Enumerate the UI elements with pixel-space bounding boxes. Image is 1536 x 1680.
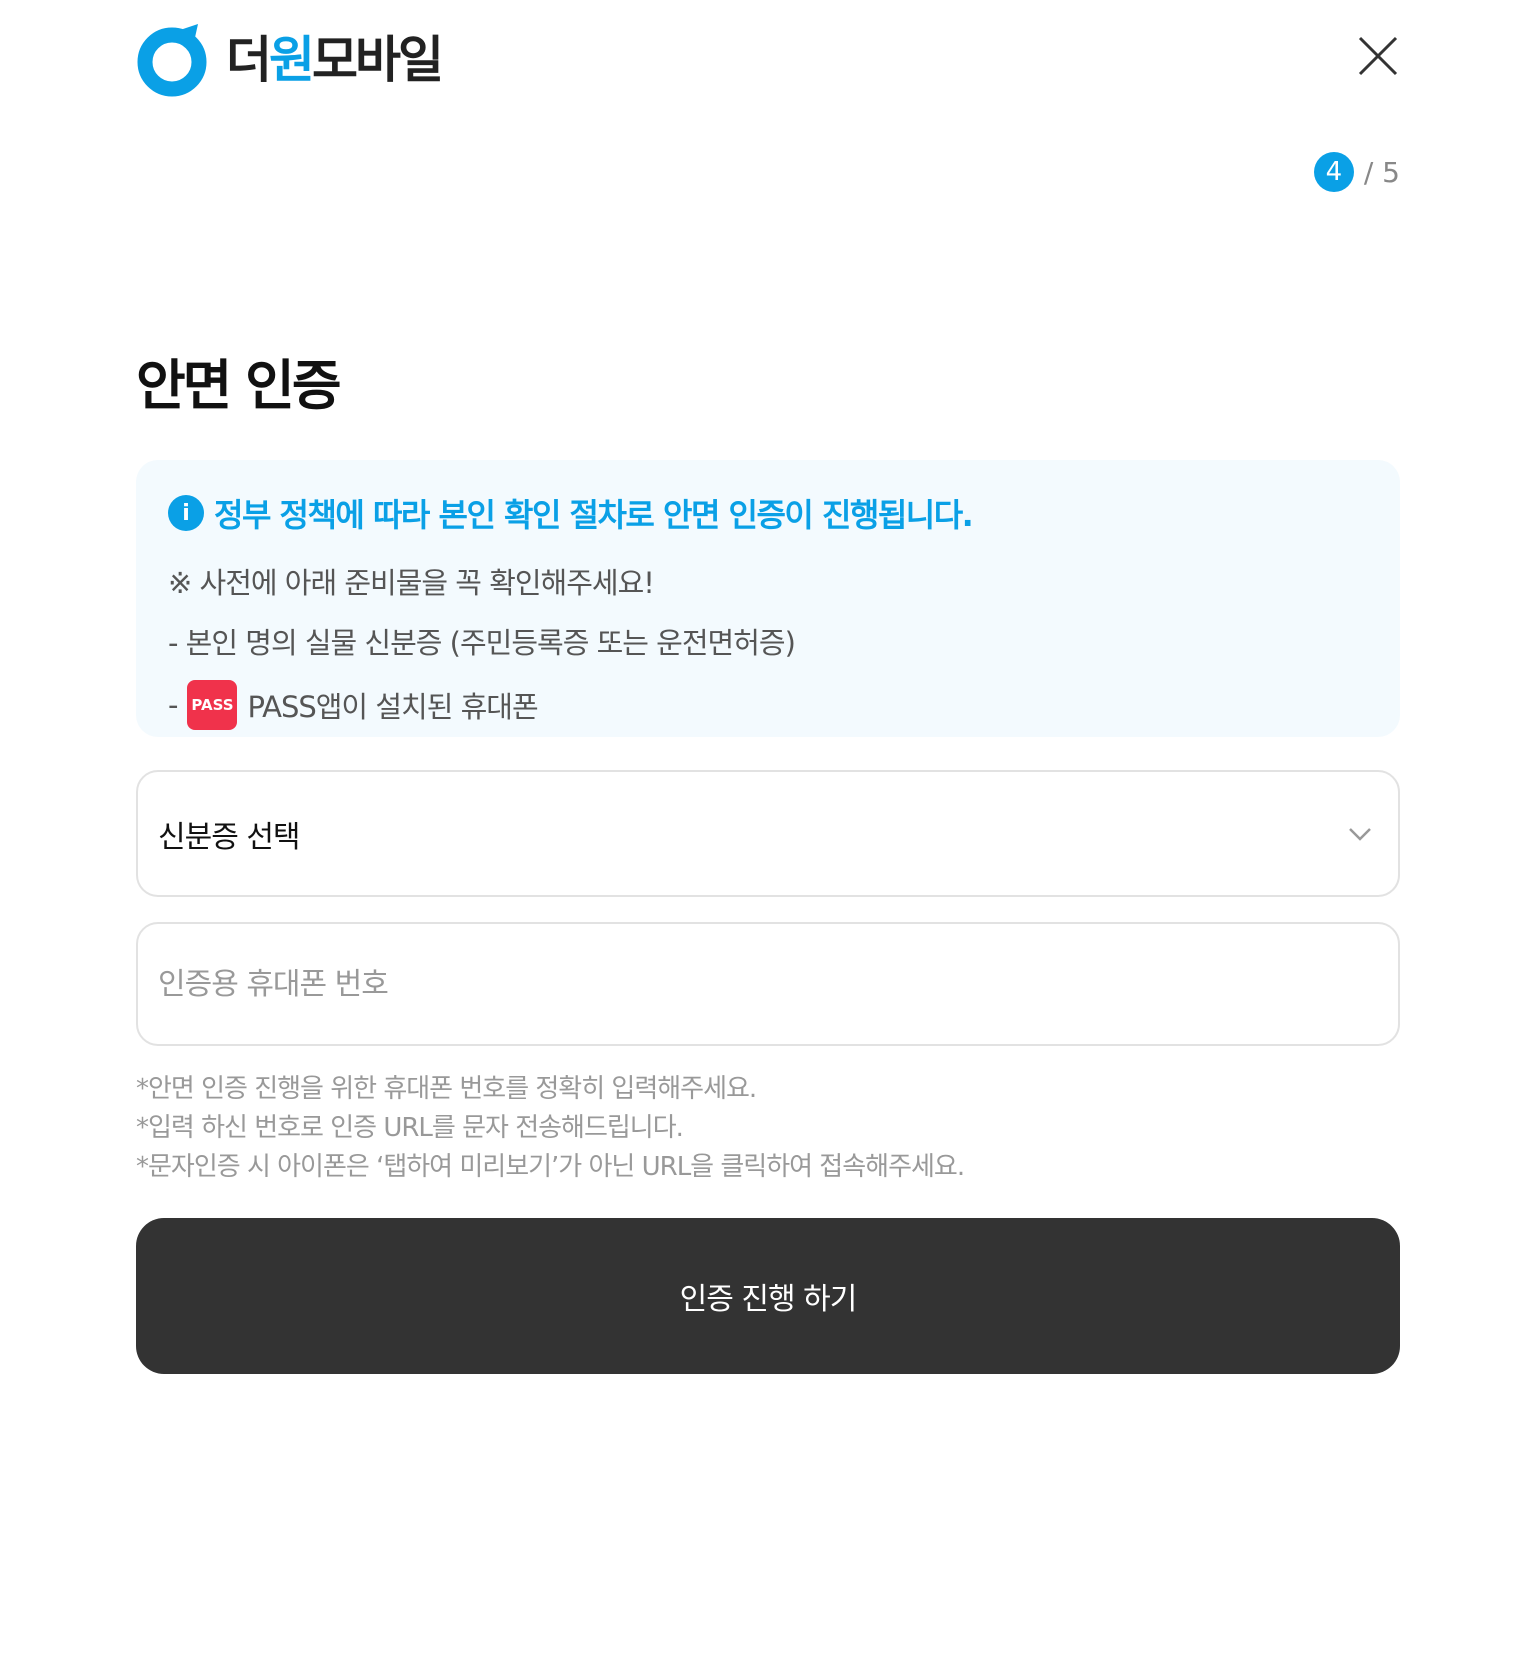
notes: *안면 인증 진행을 위한 휴대폰 번호를 정확히 입력해주세요. *입력 하신… — [136, 1070, 1400, 1187]
info-icon: i — [168, 495, 204, 531]
logo-text-suffix: 모바일 — [312, 31, 444, 89]
info-line-1: ※ 사전에 아래 준비물을 꼭 확인해주세요! — [168, 566, 655, 600]
info-heading-row: i 정부 정책에 따라 본인 확인 절차로 안면 인증이 진행됩니다. — [168, 490, 1368, 536]
close-button[interactable] — [1356, 34, 1400, 78]
id-card-select[interactable]: 신분증 선택 — [136, 770, 1400, 897]
header: 더원모바일 — [136, 0, 1400, 120]
logo[interactable]: 더원모바일 — [136, 22, 444, 98]
chevron-down-icon — [1349, 828, 1371, 841]
info-heading: 정부 정책에 따라 본인 확인 절차로 안면 인증이 진행됩니다. — [214, 496, 974, 534]
info-line: - PASS PASS앱이 설치된 휴대폰 — [168, 680, 1368, 730]
info-line: ※ 사전에 아래 준비물을 꼭 확인해주세요! — [168, 560, 1368, 602]
close-icon — [1358, 36, 1398, 76]
note-item: *안면 인증 진행을 위한 휴대폰 번호를 정확히 입력해주세요. — [136, 1074, 757, 1104]
logo-icon — [136, 22, 212, 98]
step-current-badge: 4 — [1313, 152, 1354, 192]
logo-text-accent: 원 — [269, 31, 315, 89]
info-line-3-dash: - — [168, 688, 179, 722]
info-box: i 정부 정책에 따라 본인 확인 절차로 안면 인증이 진행됩니다. ※ 사전… — [136, 460, 1400, 737]
id-card-select-label: 신분증 선택 — [158, 819, 301, 855]
note-item: *문자인증 시 아이폰은 ‘탭하여 미리보기’가 아닌 URL을 클릭하여 접속… — [136, 1152, 965, 1182]
submit-verification-button[interactable]: 인증 진행 하기 — [136, 1218, 1400, 1374]
logo-text-prefix: 더 — [226, 31, 272, 89]
note-item: *입력 하신 번호로 인증 URL를 문자 전송해드립니다. — [136, 1113, 684, 1143]
info-line-3-text: PASS앱이 설치된 휴대폰 — [247, 690, 538, 724]
pass-app-icon: PASS — [187, 680, 238, 730]
page-container: 더원모바일 4 / 5 안면 인증 i 정부 정책에 따라 본인 확인 절차로 … — [136, 0, 1400, 1374]
info-line: - 본인 명의 실물 신분증 (주민등록증 또는 운전면허증) — [168, 620, 1368, 662]
logo-text: 더원모바일 — [226, 35, 444, 85]
page-title: 안면 인증 — [136, 354, 342, 417]
step-total: / 5 — [1363, 155, 1400, 189]
info-line-2: - 본인 명의 실물 신분증 (주민등록증 또는 운전면허증) — [168, 626, 796, 660]
step-indicator: 4 / 5 — [1313, 152, 1400, 192]
phone-number-input[interactable] — [136, 922, 1400, 1046]
